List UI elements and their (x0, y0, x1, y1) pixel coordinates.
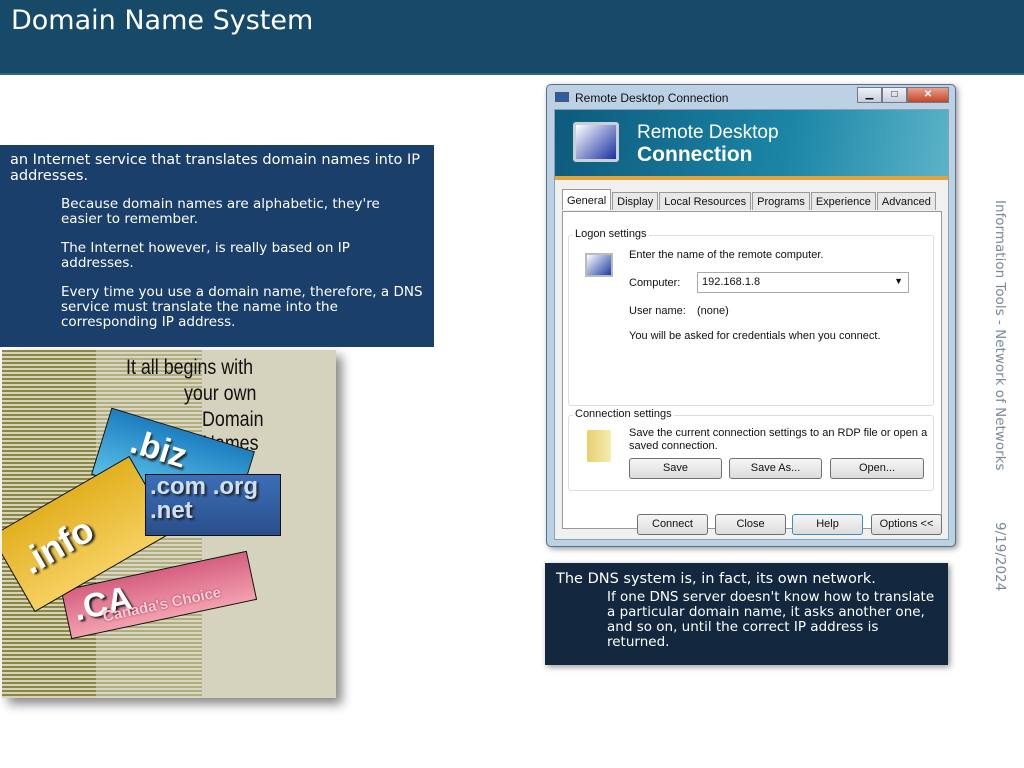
user-name-value: (none) (697, 305, 729, 317)
chevron-down-icon: ▼ (894, 276, 903, 286)
domain-names-image: It all begins with your own Domain Names… (2, 350, 336, 698)
connection-settings-group: Connection settings Save the current con… (568, 408, 934, 491)
bullet: Because domain names are alphabetic, the… (61, 196, 380, 227)
slide-date: 9/19/2024 (992, 522, 1008, 592)
tab-advanced[interactable]: Advanced (876, 192, 936, 210)
tab-programs[interactable]: Programs (752, 192, 810, 210)
monitor-icon (573, 122, 619, 162)
connect-button[interactable]: Connect (637, 514, 708, 535)
computer-icon (585, 253, 613, 277)
open-button[interactable]: Open... (830, 458, 924, 479)
rdp-banner: Remote Desktop Connection (555, 110, 948, 180)
slide-header: Domain Name System (0, 0, 1024, 75)
tab-local-resources[interactable]: Local Resources (659, 192, 752, 210)
rdp-app-icon (555, 92, 569, 102)
help-button[interactable]: Help (792, 514, 863, 535)
bullet: The Internet however, is really based on… (61, 240, 350, 271)
close-window-button[interactable]: ✕ (907, 87, 949, 103)
save-button[interactable]: Save (629, 458, 722, 479)
options-button[interactable]: Options << (871, 514, 942, 535)
tab-general[interactable]: General (562, 189, 612, 210)
maximize-button[interactable]: □ (882, 87, 907, 103)
definition-text: an Internet service that translates doma… (10, 152, 421, 184)
dns-network-box: The DNS system is, in fact, its own netw… (545, 563, 948, 665)
slide-title: Domain Name System (11, 5, 314, 36)
remote-desktop-window: Remote Desktop Connection ▁ □ ✕ Remote Des… (546, 84, 956, 547)
slide-footer: Information Tools - Network of Networks … (992, 200, 1008, 600)
save-as-button[interactable]: Save As... (729, 458, 822, 479)
tab-display[interactable]: Display (612, 192, 659, 210)
folder-icon (587, 430, 611, 462)
logon-settings-group: Logon settings Enter the name of the rem… (568, 228, 934, 406)
footer-text: Information Tools - Network of Networks (992, 200, 1008, 471)
definition-box: an Internet service that translates doma… (0, 145, 434, 347)
minimize-button[interactable]: ▁ (857, 87, 882, 103)
bullet: Every time you use a domain name, theref… (61, 284, 423, 330)
computer-combobox[interactable]: 192.168.1.8 ▼ (697, 272, 909, 293)
close-button[interactable]: Close (715, 514, 786, 535)
tab-experience[interactable]: Experience (810, 192, 876, 210)
